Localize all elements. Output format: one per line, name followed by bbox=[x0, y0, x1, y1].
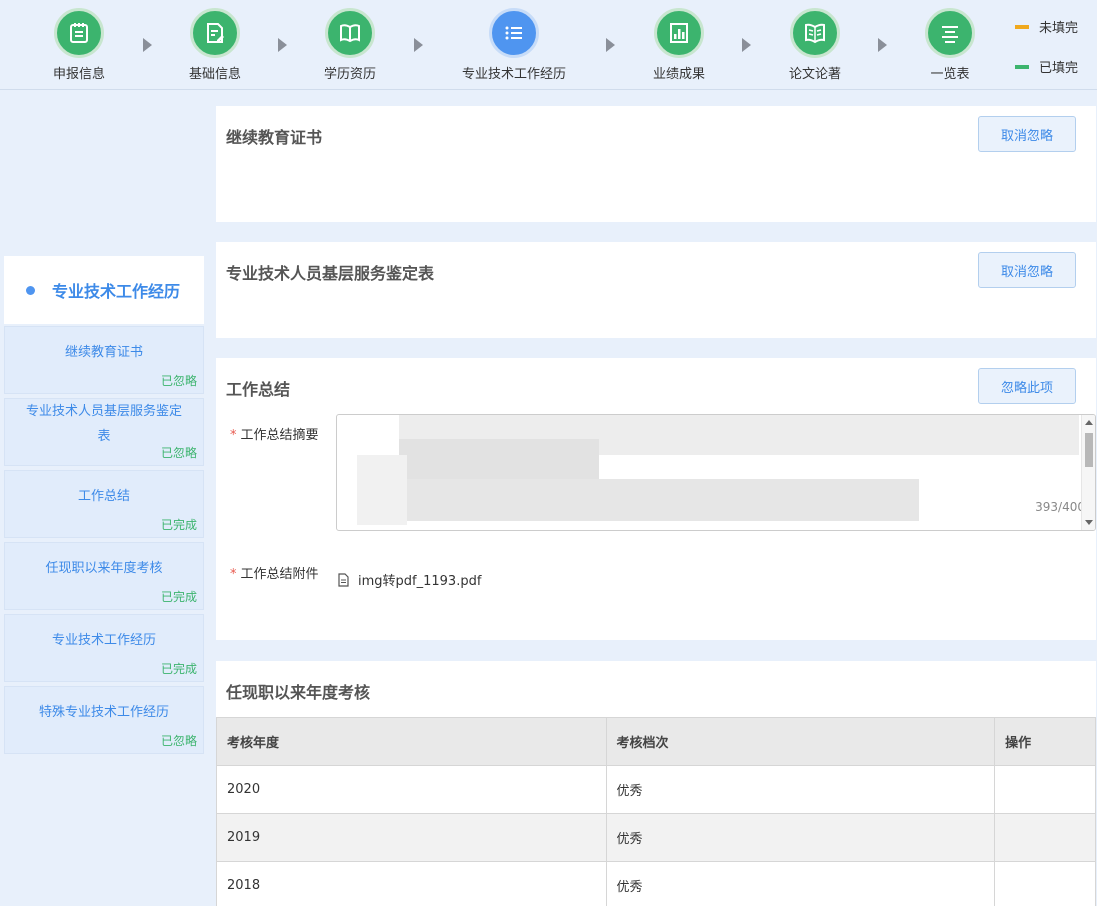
cell-year: 2020 bbox=[216, 765, 607, 814]
step-arrow-icon bbox=[414, 38, 423, 52]
step-label: 论文论著 bbox=[788, 67, 841, 82]
section-title: 工作总结 bbox=[226, 380, 291, 399]
menu-lines-icon bbox=[942, 26, 958, 43]
required-mark: * bbox=[230, 567, 237, 582]
step-education[interactable]: 学历资历 bbox=[290, 8, 410, 82]
step-label: 基础信息 bbox=[188, 67, 241, 82]
step-label: 一览表 bbox=[930, 67, 970, 82]
active-dot-icon bbox=[26, 285, 35, 295]
section-sidebar: 专业技术工作经历 继续教育证书 已忽略 专业技术人员基层服务鉴定表 已忽略 工作… bbox=[4, 104, 204, 906]
sidebar-item-special-experience[interactable]: 特殊专业技术工作经历 已忽略 bbox=[4, 686, 204, 754]
cell-year: 2019 bbox=[216, 813, 607, 862]
scroll-thumb[interactable] bbox=[1085, 433, 1093, 467]
section-title: 继续教育证书 bbox=[226, 128, 323, 147]
sidebar-item-continuing-education[interactable]: 继续教育证书 已忽略 bbox=[4, 326, 204, 394]
scroll-down-icon[interactable] bbox=[1085, 520, 1093, 525]
attachment-label: * 工作总结附件 bbox=[230, 567, 319, 582]
abstract-label: * 工作总结摘要 bbox=[230, 428, 319, 443]
step-arrow-icon bbox=[143, 38, 152, 52]
section-grassroots-service: 专业技术人员基层服务鉴定表 取消忽略 bbox=[216, 242, 1096, 338]
section-continuing-education: 继续教育证书 取消忽略 bbox=[216, 106, 1096, 222]
legend-complete: 已填完 bbox=[1015, 57, 1078, 76]
document-icon bbox=[338, 572, 349, 587]
column-header-year: 考核年度 bbox=[216, 717, 607, 766]
step-achievements[interactable]: 业绩成果 bbox=[619, 8, 739, 82]
step-label: 业绩成果 bbox=[652, 67, 705, 82]
attachment-file-link[interactable]: img转pdf_1193.pdf bbox=[336, 570, 481, 589]
list-icon bbox=[505, 26, 522, 40]
open-book-icon bbox=[340, 24, 360, 43]
legend-incomplete: 未填完 bbox=[1015, 17, 1078, 36]
table-header-row: 考核年度 考核档次 操作 bbox=[216, 717, 1096, 766]
column-header-grade: 考核档次 bbox=[605, 717, 996, 766]
step-label: 专业技术工作经历 bbox=[461, 67, 566, 82]
summary-abstract-textarea[interactable]: 393/400 bbox=[336, 414, 1096, 531]
notepad-icon bbox=[70, 23, 88, 43]
sidebar-item-work-experience[interactable]: 专业技术工作经历 已完成 bbox=[4, 614, 204, 682]
bar-chart-icon bbox=[670, 23, 688, 43]
unignore-button[interactable]: 取消忽略 bbox=[978, 116, 1076, 152]
step-arrow-icon bbox=[606, 38, 615, 52]
unignore-button[interactable]: 取消忽略 bbox=[978, 252, 1076, 288]
cell-year: 2018 bbox=[216, 861, 607, 906]
annual-review-table: 考核年度 考核档次 操作 2020 优秀 2019 优秀 2018 优秀 bbox=[216, 717, 1096, 906]
column-header-action: 操作 bbox=[994, 717, 1096, 766]
complete-swatch bbox=[1015, 64, 1029, 69]
cell-action bbox=[994, 861, 1096, 906]
redacted-text bbox=[399, 479, 919, 521]
sidebar-item-grassroots-service[interactable]: 专业技术人员基层服务鉴定表 已忽略 bbox=[4, 398, 204, 466]
sidebar-item-work-summary[interactable]: 工作总结 已完成 bbox=[4, 470, 204, 538]
step-label: 学历资历 bbox=[323, 67, 376, 82]
step-arrow-icon bbox=[878, 38, 887, 52]
step-arrow-icon bbox=[278, 38, 287, 52]
section-work-summary: 工作总结 忽略此项 * 工作总结摘要 393/400 * 工作总结附件 img转pd… bbox=[216, 358, 1096, 640]
redacted-text bbox=[357, 455, 407, 525]
cell-grade: 优秀 bbox=[605, 813, 996, 862]
table-row: 2018 优秀 bbox=[216, 861, 1096, 906]
sidebar-item-annual-review[interactable]: 任现职以来年度考核 已完成 bbox=[4, 542, 204, 610]
step-arrow-icon bbox=[742, 38, 751, 52]
section-title: 专业技术人员基层服务鉴定表 bbox=[226, 264, 435, 283]
sidebar-header: 专业技术工作经历 bbox=[4, 256, 204, 324]
step-label: 申报信息 bbox=[52, 67, 105, 82]
step-overview[interactable]: 一览表 bbox=[890, 8, 1010, 82]
table-row: 2020 优秀 bbox=[216, 765, 1096, 814]
table-row: 2019 优秀 bbox=[216, 813, 1096, 862]
scroll-up-icon[interactable] bbox=[1085, 420, 1093, 425]
cell-action bbox=[994, 765, 1096, 814]
cell-grade: 优秀 bbox=[605, 861, 996, 906]
step-papers[interactable]: 论文论著 bbox=[755, 8, 875, 82]
section-title: 任现职以来年度考核 bbox=[226, 683, 371, 702]
journal-icon bbox=[805, 23, 825, 44]
required-mark: * bbox=[230, 428, 237, 443]
cell-grade: 优秀 bbox=[605, 765, 996, 814]
cell-action bbox=[994, 813, 1096, 862]
step-declaration-info[interactable]: 申报信息 bbox=[19, 8, 139, 82]
ignore-button[interactable]: 忽略此项 bbox=[978, 368, 1076, 404]
textarea-scrollbar[interactable] bbox=[1081, 415, 1095, 530]
section-annual-review: 任现职以来年度考核 考核年度 考核档次 操作 2020 优秀 2019 优秀 2… bbox=[216, 661, 1096, 906]
progress-steps: 申报信息 基础信息 学历资历 专业技术工作经历 业绩成果 论文论著 一览表 未填… bbox=[0, 0, 1097, 90]
redacted-text bbox=[399, 439, 599, 479]
step-work-experience[interactable]: 专业技术工作经历 bbox=[454, 8, 574, 82]
incomplete-swatch bbox=[1015, 24, 1029, 29]
edit-document-icon bbox=[207, 23, 224, 43]
step-basic-info[interactable]: 基础信息 bbox=[155, 8, 275, 82]
char-counter: 393/400 bbox=[1035, 500, 1085, 514]
